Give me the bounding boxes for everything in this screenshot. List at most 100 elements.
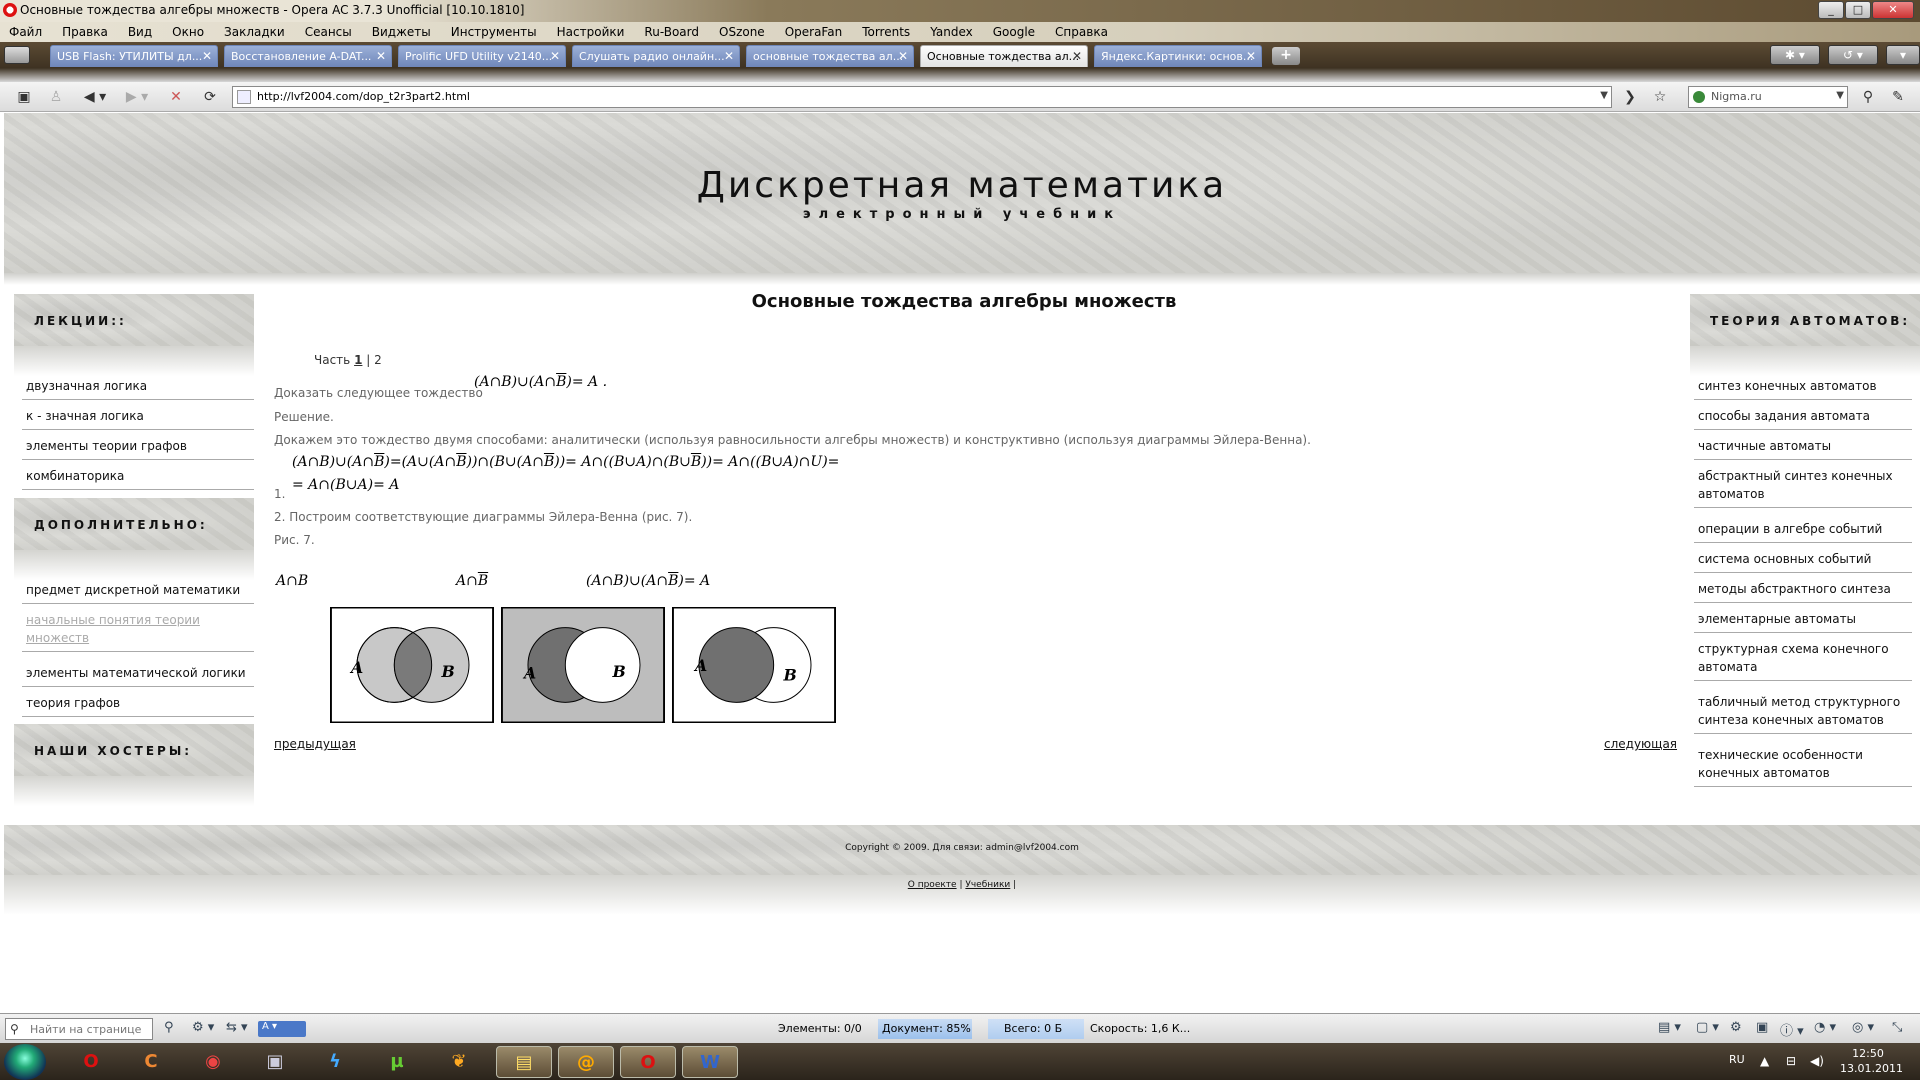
find-on-page-input[interactable]: ⚲ Найти на странице (5, 1018, 153, 1040)
menu-google[interactable]: Google (984, 25, 1046, 39)
close-window-button[interactable]: ✕ (1872, 1, 1914, 19)
menu-settings[interactable]: Настройки (548, 25, 636, 39)
view-icon[interactable]: ▤ ▾ (1658, 1020, 1681, 1035)
sidebar-item-two-valued-logic[interactable]: двузначная логика (22, 373, 254, 400)
menu-sessions[interactable]: Сеансы (296, 25, 363, 39)
turbo-icon[interactable]: ◔ ▾ (1814, 1020, 1836, 1035)
sidebar-item-event-algebra[interactable]: операции в алгебре событий (1694, 516, 1912, 543)
unite-icon[interactable]: ◎ ▾ (1852, 1020, 1874, 1035)
tab-identities-active[interactable]: Основные тождества ал... ✕ (920, 45, 1088, 67)
search-icon[interactable]: ⚲ (164, 1020, 174, 1035)
tab-a-data[interactable]: Восстановление A-DAT... ✕ (224, 45, 392, 67)
menu-yandex[interactable]: Yandex (921, 25, 984, 39)
go-icon[interactable]: ❯ (1618, 86, 1642, 108)
menu-view[interactable]: Вид (119, 25, 163, 39)
sidebar-item-table-method[interactable]: табличный метод структурного синтеза кон… (1694, 689, 1912, 734)
close-icon[interactable]: ✕ (724, 49, 734, 63)
new-tab-button[interactable]: + (1272, 47, 1300, 65)
closed-tabs-icon[interactable]: ✱ ▾ (1770, 45, 1820, 65)
tab-usb-flash[interactable]: USB Flash: УТИЛИТЫ дл... ✕ (50, 45, 218, 67)
tab-menu-icon[interactable]: ▾ (1886, 45, 1920, 65)
tray-arrow-icon[interactable]: ▲ (1760, 1054, 1769, 1068)
sidebar-item-technical-features[interactable]: технические особенности конечных автомат… (1694, 742, 1912, 787)
floppy-icon[interactable]: ▣ (252, 1046, 298, 1078)
sidebar-item-partial-automata[interactable]: частичные автоматы (1694, 433, 1912, 460)
sidebar-item-basic-events[interactable]: система основных событий (1694, 546, 1912, 573)
torrent-icon[interactable]: µ (374, 1046, 420, 1078)
address-bar[interactable]: http://lvf2004.com/dop_t2r3part2.html ▼ (232, 86, 1612, 108)
resize-icon[interactable]: ⤡ (1892, 1020, 1902, 1035)
previous-link[interactable]: предыдущая (274, 737, 356, 751)
menu-help[interactable]: Справка (1046, 25, 1119, 39)
butterfly-icon[interactable]: ❦ (436, 1046, 482, 1078)
next-link[interactable]: следующая (1604, 737, 1677, 751)
back-button[interactable]: ◀ ▾ (78, 86, 112, 108)
close-icon[interactable]: ✕ (1246, 49, 1256, 63)
chevron-down-icon[interactable]: ▼ (1600, 90, 1608, 101)
menu-tools[interactable]: Инструменты (442, 25, 548, 39)
stop-icon[interactable]: ✕ (164, 86, 188, 108)
menu-edit[interactable]: Правка (53, 25, 119, 39)
close-icon[interactable]: ✕ (376, 49, 386, 63)
menu-widgets[interactable]: Виджеты (363, 25, 442, 39)
word-icon[interactable]: W (682, 1046, 738, 1078)
close-icon[interactable]: ✕ (1072, 49, 1082, 63)
clock[interactable]: 12:50 13.01.2011 (1840, 1046, 1903, 1076)
menu-operafan[interactable]: OperaFan (776, 25, 854, 39)
sidebar-item-structure-scheme[interactable]: структурная схема конечного автомата (1694, 636, 1912, 681)
sidebar-item-fsm-synthesis[interactable]: синтез конечных автоматов (1694, 373, 1912, 400)
lightning-icon[interactable]: ϟ (312, 1046, 358, 1078)
close-icon[interactable]: ✕ (202, 49, 212, 63)
wand-icon[interactable]: ♙ (44, 86, 68, 108)
panel-icon[interactable]: ▣ (1756, 1020, 1768, 1035)
close-icon[interactable]: ✕ (898, 49, 908, 63)
tab-identities-1[interactable]: основные тождества ал... ✕ (746, 45, 914, 67)
sidebar-item-set-theory-basics[interactable]: начальные понятия теории множеств (22, 607, 254, 652)
panel-toggle-button[interactable] (4, 46, 30, 64)
media-icon[interactable]: ◉ (190, 1046, 236, 1078)
maximize-button[interactable]: □ (1845, 1, 1871, 19)
forward-button[interactable]: ▶ ▾ (120, 86, 154, 108)
search-field[interactable]: Nigma.ru ▼ (1688, 86, 1848, 108)
about-link[interactable]: О проекте (908, 880, 957, 890)
mail-agent-icon[interactable]: @ (558, 1046, 614, 1078)
books-link[interactable]: Учебники (965, 880, 1010, 890)
menu-ru-board[interactable]: Ru-Board (635, 25, 710, 39)
network-icon[interactable]: ⊟ (1786, 1054, 1796, 1068)
info-icon[interactable]: ⓘ ▾ (1780, 1020, 1804, 1039)
part-2-link[interactable]: 2 (374, 353, 382, 367)
share-icon[interactable]: ⇆ ▾ (226, 1020, 248, 1035)
reload-icon[interactable]: ⟳ (198, 86, 222, 108)
sidebar-item-k-valued-logic[interactable]: к - значная логика (22, 403, 254, 430)
menu-window[interactable]: Окно (163, 25, 215, 39)
tab-prolific[interactable]: Prolific UFD Utility v2140... ✕ (398, 45, 566, 67)
search-go-icon[interactable]: ⚲ (1856, 86, 1880, 108)
language-indicator[interactable]: RU (1729, 1053, 1745, 1066)
explorer-icon[interactable]: ▤ (496, 1046, 552, 1078)
start-button[interactable] (4, 1044, 46, 1080)
sidebar-item-subject[interactable]: предмет дискретной математики (22, 577, 254, 604)
sidebar-item-automaton-definition[interactable]: способы задания автомата (1694, 403, 1912, 430)
sidebar-item-elementary-automata[interactable]: элементарные автоматы (1694, 606, 1912, 633)
tab-yandex-images[interactable]: Яндекс.Картинки: основ... ✕ (1094, 45, 1262, 67)
ccleaner-icon[interactable]: C (128, 1046, 174, 1078)
image-mode-icon[interactable]: ⚙ ▾ (192, 1020, 214, 1035)
sidebar-item-math-logic[interactable]: элементы математической логики (22, 660, 254, 687)
sidebar-item-abstract-methods[interactable]: методы абстрактного синтеза (1694, 576, 1912, 603)
search-engine-label[interactable]: Nigma.ru (1711, 90, 1762, 103)
sidebar-item-graph-theory[interactable]: теория графов (22, 690, 254, 717)
pen-icon[interactable]: ✎ (1886, 86, 1910, 108)
part-1-link[interactable]: 1 (354, 353, 362, 367)
opera-icon[interactable]: O (68, 1046, 114, 1078)
trash-icon[interactable]: ↺ ▾ (1828, 45, 1878, 65)
minimize-button[interactable]: _ (1818, 1, 1844, 19)
bookmark-star-icon[interactable]: ☆ (1648, 86, 1672, 108)
menu-file[interactable]: Файл (0, 25, 53, 39)
close-icon[interactable]: ✕ (550, 49, 560, 63)
opera-active-icon[interactable]: O (620, 1046, 676, 1078)
tab-radio[interactable]: Слушать радио онлайн... ✕ (572, 45, 740, 67)
settings-icon[interactable]: ⚙ (1730, 1020, 1742, 1035)
chevron-down-icon[interactable]: ▼ (1836, 90, 1844, 101)
url-text[interactable]: http://lvf2004.com/dop_t2r3part2.html (257, 90, 470, 103)
menu-bookmarks[interactable]: Закладки (215, 25, 296, 39)
